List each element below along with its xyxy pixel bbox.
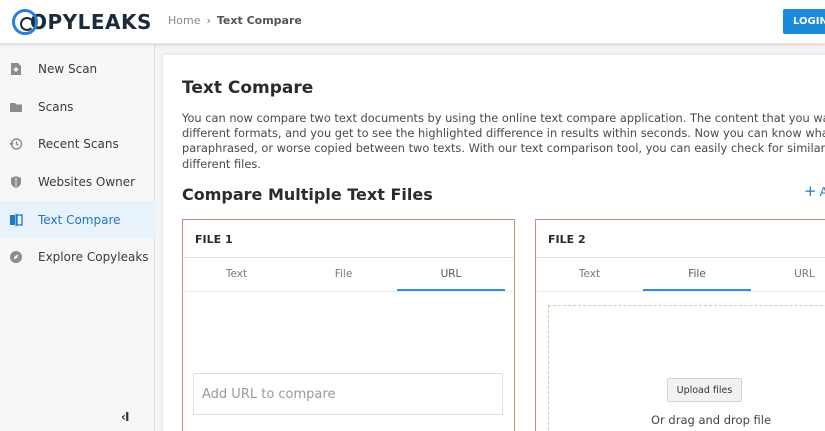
drop-hint: Or drag and drop file [651,413,772,427]
top-header: OPYLEAKS Home › Text Compare LOGIN [0,0,825,44]
file2-title: FILE 2 [536,220,825,258]
logo-c-icon [12,9,38,35]
file-dropzone[interactable]: Upload files Or drag and drop file [548,305,825,431]
breadcrumb: Home › Text Compare [168,14,302,27]
sidebar-item-label: Scans [38,99,74,114]
sidebar-item-explore-copyleaks[interactable]: Explore Copyleaks [0,238,155,275]
file1-panel: FILE 1 Text File URL [182,219,515,431]
sidebar-item-new-scan[interactable]: New Scan [0,50,155,87]
collapse-sidebar-icon[interactable]: ‹I [121,410,129,424]
file1-tab-url[interactable]: URL [397,258,505,291]
chevron-right-icon: › [206,14,211,27]
history-icon [9,137,23,151]
copyleaks-logo[interactable]: OPYLEAKS [12,6,152,38]
intro-line: different formats, and you get to see th… [182,126,825,141]
add-file-link[interactable]: + A [804,182,825,200]
sidebar-item-scans[interactable]: Scans [0,88,155,125]
shield-icon [9,175,23,189]
sidebar-item-label: Websites Owner [38,174,136,189]
breadcrumb-current: Text Compare [216,14,302,27]
intro-line: paraphrased, or worse copied between two… [182,141,825,156]
file2-panel: FILE 2 Text File URL Upload files Or dra… [535,219,825,431]
main-content: Text Compare You can now compare two tex… [163,55,825,431]
file1-tabs: Text File URL [183,258,514,292]
logo-text: OPYLEAKS [30,10,152,34]
intro-paragraph: You can now compare two text documents b… [182,111,825,172]
url-input[interactable] [193,373,503,415]
file1-tab-text[interactable]: Text [183,258,290,291]
intro-line: different files. [182,156,261,171]
file2-tab-text[interactable]: Text [536,258,643,291]
add-file-label: A [819,185,825,199]
page-title: Text Compare [182,78,314,98]
sidebar-item-recent-scans[interactable]: Recent Scans [0,125,155,162]
intro-line: You can now compare two text documents b… [182,111,825,125]
upload-files-button[interactable]: Upload files [667,378,742,402]
sidebar-item-websites-owner[interactable]: Websites Owner [0,163,155,200]
folder-icon [9,100,23,114]
file2-tab-file[interactable]: File [643,258,751,291]
compass-icon [9,250,23,264]
file2-tab-url[interactable]: URL [751,258,825,291]
sidebar-item-label: Explore Copyleaks [38,249,149,264]
breadcrumb-home[interactable]: Home [168,14,200,27]
file2-tabs: Text File URL [536,258,825,292]
sidebar-item-label: Text Compare [38,212,121,227]
file1-tab-file[interactable]: File [290,258,397,291]
sidebar: New Scan Scans Recent Scans Websites Own… [0,44,155,431]
sidebar-item-text-compare[interactable]: Text Compare [0,201,155,238]
sidebar-item-label: New Scan [38,61,98,76]
login-button[interactable]: LOGIN [783,9,825,34]
section-title: Compare Multiple Text Files [182,185,433,204]
text-compare-icon [9,213,23,227]
file1-title: FILE 1 [183,220,514,258]
sidebar-item-label: Recent Scans [38,136,119,151]
new-scan-icon [9,62,23,76]
plus-icon: + [804,182,817,200]
